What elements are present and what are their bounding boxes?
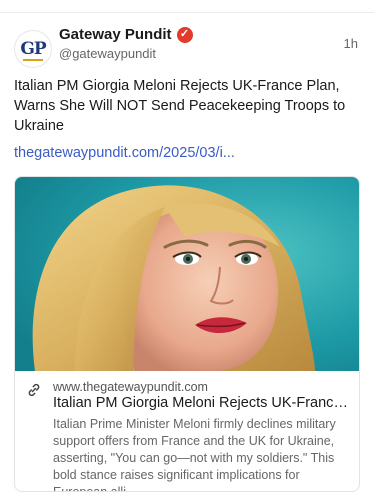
avatar-letter-g: G bbox=[20, 39, 34, 59]
verified-badge-icon: ✓ bbox=[176, 26, 193, 43]
card-image[interactable] bbox=[15, 177, 359, 371]
card-domain: www.thegatewaypundit.com bbox=[53, 380, 208, 394]
card-title[interactable]: Italian PM Giorgia Meloni Rejects UK-Fra… bbox=[53, 395, 351, 411]
avatar-underline bbox=[23, 59, 43, 61]
link-icon bbox=[28, 383, 40, 397]
post-link[interactable]: thegatewaypundit.com/2025/03/i... bbox=[14, 145, 360, 161]
card-description: Italian Prime Minister Meloni firmly dec… bbox=[53, 417, 336, 492]
top-divider bbox=[0, 0, 374, 13]
avatar[interactable]: GP bbox=[14, 30, 52, 68]
name-row: Gateway Pundit ✓ bbox=[59, 26, 193, 43]
avatar-letter-p: P bbox=[33, 39, 47, 59]
author-display-name[interactable]: Gateway Pundit bbox=[59, 26, 172, 43]
post-header: GP Gateway Pundit ✓ @gatewaypundit 1h bbox=[14, 26, 362, 70]
post-text: Italian PM Giorgia Meloni Rejects UK-Fra… bbox=[14, 78, 346, 134]
link-preview-card[interactable]: www.thegatewaypundit.com Italian PM Gior… bbox=[14, 176, 360, 492]
author-handle[interactable]: @gatewaypundit bbox=[59, 46, 156, 61]
post-timestamp[interactable]: 1h bbox=[344, 36, 358, 51]
card-meta: www.thegatewaypundit.com Italian PM Gior… bbox=[15, 373, 359, 491]
portrait-image bbox=[15, 177, 359, 371]
